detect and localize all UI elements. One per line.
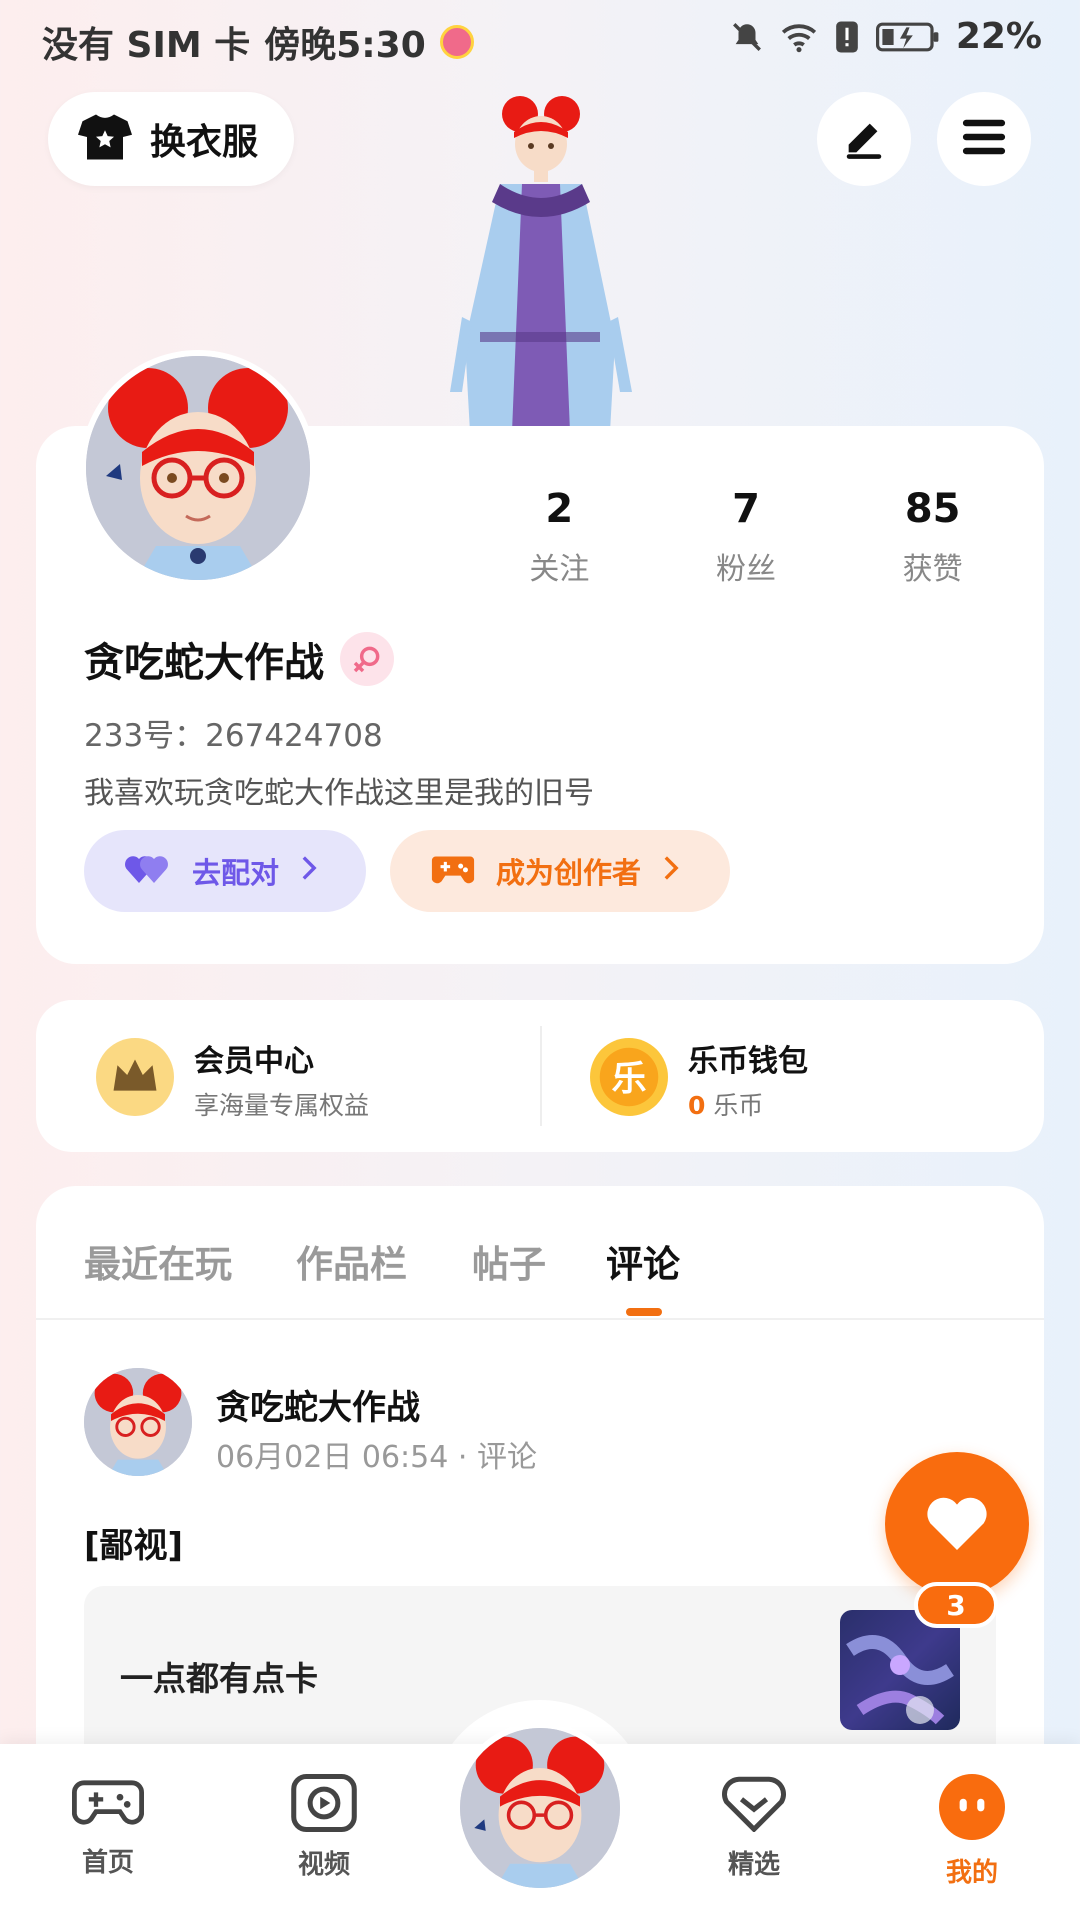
active-tab-indicator (626, 1308, 662, 1316)
stat-followers[interactable]: 7 粉丝 (653, 486, 840, 588)
nav-label: 首页 (81, 1848, 134, 1878)
post-meta: 06月02日 06:54 · 评论 (216, 1440, 537, 1475)
wallet-title: 乐币钱包 (688, 1044, 808, 1079)
stat-value: 7 (732, 486, 760, 532)
app-notification-icon (439, 25, 474, 59)
edit-button[interactable] (817, 92, 911, 186)
nav-video[interactable]: 视频 (264, 1774, 384, 1881)
stat-likes[interactable]: 85 获赞 (839, 486, 1026, 588)
change-outfit-label: 换衣服 (150, 122, 259, 163)
nav-home[interactable]: 首页 (48, 1774, 168, 1879)
wallet-text: 乐币钱包 0 乐币 (688, 1036, 808, 1122)
female-symbol-icon (340, 632, 394, 686)
avatar-full-figure[interactable] (410, 92, 670, 432)
divider (540, 1026, 542, 1126)
battery-percent: 22% (955, 16, 1042, 57)
shirt-icon (78, 112, 132, 166)
gamepad-plus-icon (430, 848, 476, 895)
carrier-text: 没有 SIM 卡 (42, 25, 251, 66)
stat-label: 获赞 (902, 552, 963, 587)
nav-avatar-button[interactable] (454, 1722, 626, 1894)
stat-value: 85 (904, 486, 961, 532)
play-icon (291, 1774, 357, 1836)
bio-text: 我喜欢玩贪吃蛇大作战这里是我的旧号 (84, 776, 594, 811)
tab-comments[interactable]: 评论 (606, 1234, 680, 1288)
profile-avatar[interactable] (80, 350, 316, 586)
game-thumbnail[interactable] (840, 1610, 960, 1730)
match-button[interactable]: 去配对 (84, 830, 366, 912)
tab-works[interactable]: 作品栏 (296, 1234, 407, 1288)
hearts-icon (124, 850, 172, 893)
status-bar: 没有 SIM 卡 傍晚5:30 22% (0, 0, 1080, 78)
become-creator-button[interactable]: 成为创作者 (390, 830, 730, 912)
member-subtitle: 享海量专属权益 (194, 1091, 370, 1120)
post-author-avatar[interactable] (84, 1368, 192, 1476)
heart-outline-icon (719, 1774, 789, 1836)
status-left: 没有 SIM 卡 傍晚5:30 (42, 16, 474, 68)
chevron-right-icon (299, 854, 319, 888)
menu-button[interactable] (937, 92, 1031, 186)
member-title: 会员中心 (194, 1044, 314, 1079)
sim-alert-icon (834, 20, 860, 54)
wifi-icon (780, 20, 818, 54)
mute-icon (730, 20, 764, 54)
status-right: 22% (730, 16, 1042, 57)
coin-count: 0 (688, 1091, 706, 1120)
coin-wallet[interactable]: 乐 乐币钱包 0 乐币 (590, 1036, 808, 1122)
stat-following[interactable]: 2 关注 (466, 486, 653, 588)
coin-icon-char: 乐 (611, 1059, 646, 1100)
like-count-badge: 3 (914, 1582, 998, 1628)
wallet-subtitle: 0 乐币 (688, 1086, 808, 1122)
tab-posts[interactable]: 帖子 (472, 1234, 546, 1288)
username-row: 贪吃蛇大作战 (84, 630, 394, 688)
like-fab-button[interactable] (885, 1452, 1029, 1596)
user-id: 233号：267424708 (84, 718, 383, 754)
quoted-text: 一点都有点卡 (120, 1659, 318, 1698)
post-author-name[interactable]: 贪吃蛇大作战 (216, 1380, 420, 1429)
coin-unit: 乐币 (713, 1091, 764, 1120)
menu-icon (961, 117, 1007, 161)
stat-value: 2 (545, 486, 574, 532)
nav-label: 视频 (297, 1850, 350, 1880)
nav-label: 我的 (945, 1858, 998, 1888)
tab-bar: 最近在玩 作品栏 帖子 评论 (36, 1186, 1044, 1320)
coin-icon: 乐 (590, 1038, 668, 1120)
stat-label: 关注 (529, 552, 590, 587)
gamepad-icon (72, 1774, 144, 1834)
battery-icon (875, 21, 940, 53)
nav-me[interactable]: 我的 (912, 1774, 1032, 1889)
member-center[interactable]: 会员中心 享海量专属权益 (96, 1036, 369, 1122)
nav-featured[interactable]: 精选 (694, 1774, 814, 1881)
crown-icon (96, 1038, 174, 1120)
pencil-icon (841, 114, 887, 164)
creator-label: 成为创作者 (496, 856, 642, 890)
tab-recently-played[interactable]: 最近在玩 (84, 1234, 232, 1288)
heart-icon (925, 1494, 989, 1554)
membership-card: 会员中心 享海量专属权益 乐 乐币钱包 0 乐币 (36, 1000, 1044, 1152)
match-label: 去配对 (192, 856, 280, 890)
username: 贪吃蛇大作战 (84, 640, 324, 686)
change-outfit-button[interactable]: 换衣服 (48, 92, 294, 186)
face-icon (939, 1774, 1005, 1844)
stat-label: 粉丝 (716, 552, 776, 587)
time-text: 傍晚5:30 (264, 25, 426, 66)
post-text: [鄙视] (84, 1526, 184, 1566)
chevron-right-icon (661, 854, 681, 888)
nav-label: 精选 (727, 1850, 780, 1880)
member-text: 会员中心 享海量专属权益 (194, 1036, 369, 1122)
stats-row: 2 关注 7 粉丝 85 获赞 (466, 486, 1026, 588)
